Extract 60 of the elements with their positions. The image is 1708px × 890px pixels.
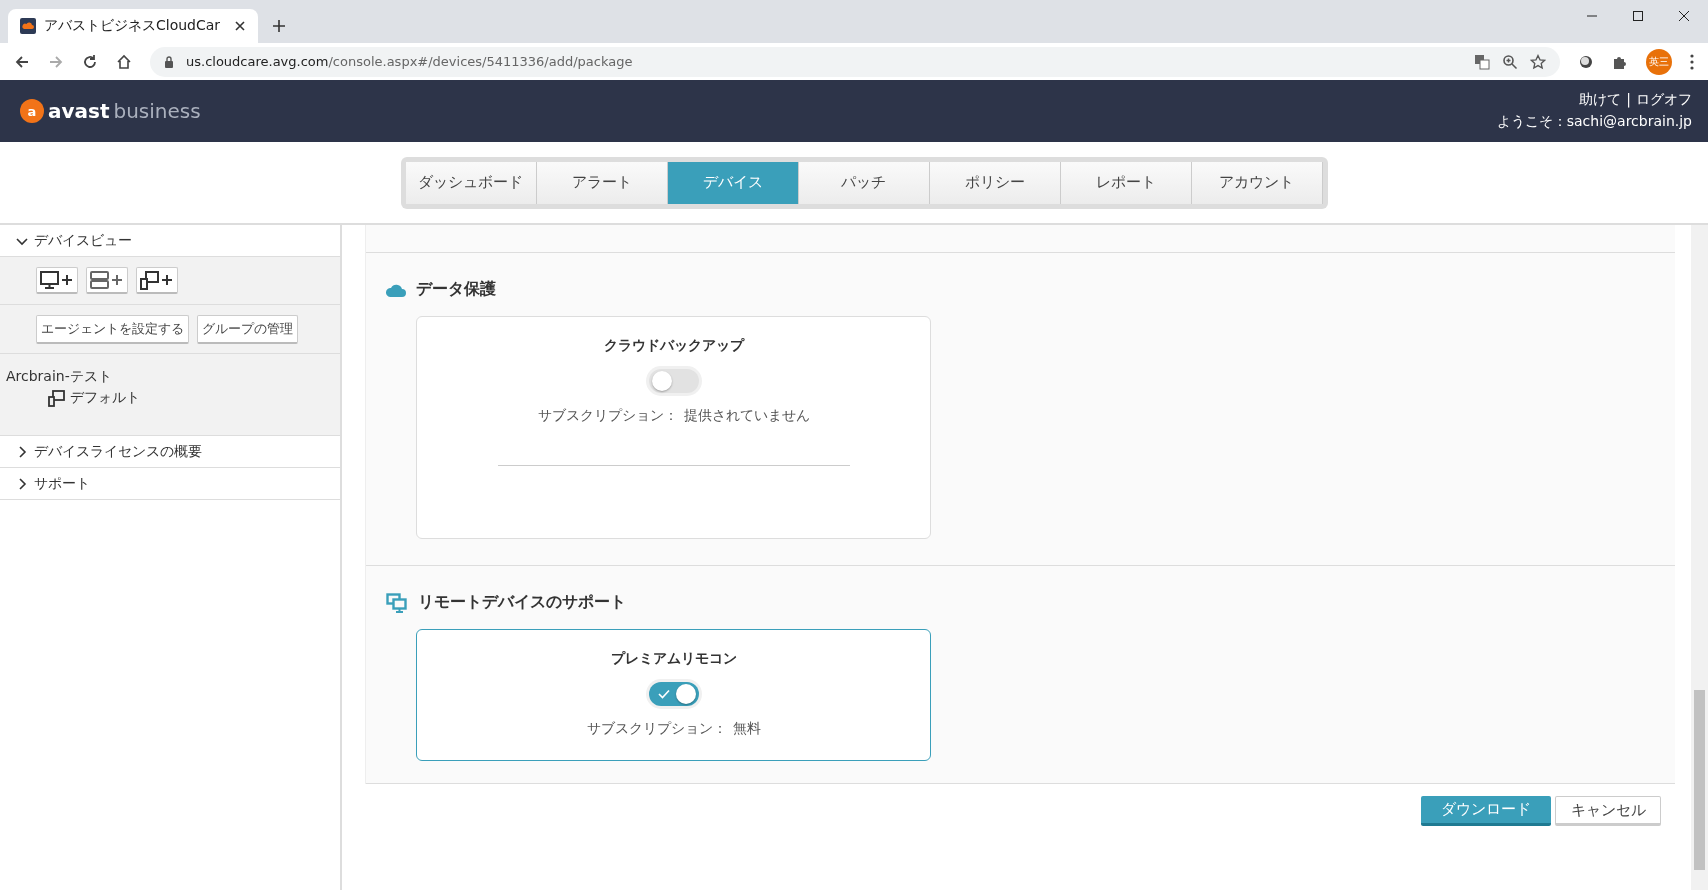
lock-icon	[164, 55, 174, 68]
reload-icon[interactable]	[82, 53, 98, 70]
add-device-button[interactable]	[136, 267, 178, 294]
toggle-switch[interactable]	[648, 369, 699, 393]
sidebar-action-button[interactable]: エージェントを設定する	[36, 314, 189, 344]
sidebar-section[interactable]: デバイスライセンスの概要	[0, 436, 340, 468]
add-workstation-button[interactable]	[36, 267, 78, 294]
subscription-value: 提供されていません	[683, 407, 810, 425]
browser-tab[interactable]: アバストビジネスCloudCar	[8, 9, 258, 43]
sidebar-action-button[interactable]: グループの管理	[197, 314, 298, 344]
devices-icon	[48, 389, 66, 407]
section-title: データ保護	[416, 279, 496, 300]
toggle-switch[interactable]	[648, 682, 699, 706]
tree-item[interactable]: Arcbrain-テスト	[6, 368, 334, 386]
monitor-plus-icon	[40, 270, 74, 290]
menu-icon[interactable]	[1690, 53, 1694, 70]
url-text: us.cloudcare.avg.com/console.aspx#/devices/5411336/add/package	[186, 54, 633, 69]
extension-icon[interactable]	[1578, 53, 1594, 70]
nav-tab[interactable]: ダッシュボード	[405, 161, 537, 204]
logoff-link[interactable]: ログオフ	[1636, 91, 1692, 109]
product-name: クラウドバックアップ	[603, 337, 744, 355]
logo-mark: a	[20, 99, 44, 123]
zoom-icon[interactable]	[1502, 53, 1518, 70]
server-plus-icon	[90, 270, 124, 290]
product-name: プレミアムリモコン	[610, 650, 737, 668]
back-icon[interactable]	[14, 53, 30, 70]
home-icon[interactable]	[116, 53, 132, 70]
nav-tab[interactable]: パッチ	[798, 161, 930, 204]
close-icon[interactable]	[234, 20, 246, 32]
check-icon	[657, 689, 670, 699]
nav-tab[interactable]: アラート	[536, 161, 668, 204]
scrollbar[interactable]	[1691, 225, 1708, 890]
cancel-button[interactable]: キャンセル	[1555, 796, 1661, 826]
subscription-label: サブスクリプション：	[586, 720, 727, 738]
monitors-icon	[386, 592, 408, 613]
welcome-text: ようこそ：sachi@arcbrain.jp	[1496, 113, 1692, 131]
add-server-button[interactable]	[86, 267, 128, 294]
devices-plus-icon	[140, 270, 174, 290]
logo-brand: avast	[48, 99, 110, 123]
chevron-icon	[16, 445, 28, 458]
separator: |	[1626, 91, 1631, 109]
new-tab-icon[interactable]	[272, 19, 286, 33]
tree-item[interactable]: デフォルト	[70, 389, 140, 407]
subscription-label: サブスクリプション：	[537, 407, 678, 425]
nav-tab[interactable]: レポート	[1060, 161, 1192, 204]
logo-product: business	[113, 99, 201, 123]
cloud-favicon-icon	[20, 18, 36, 34]
close-icon[interactable]	[1678, 10, 1690, 22]
tab-title: アバストビジネスCloudCar	[44, 17, 222, 35]
star-icon[interactable]	[1530, 53, 1546, 70]
section-title: リモートデバイスのサポート	[418, 592, 626, 613]
maximize-icon[interactable]	[1632, 10, 1644, 22]
help-link[interactable]: 助けて	[1579, 91, 1622, 109]
nav-tab[interactable]: ポリシー	[929, 161, 1061, 204]
address-bar[interactable]: us.cloudcare.avg.com/console.aspx#/devices/5411336/add/package	[150, 46, 1560, 77]
nav-tab[interactable]: アカウント	[1191, 161, 1323, 204]
translate-icon[interactable]	[1474, 53, 1490, 70]
subscription-value: 無料	[732, 720, 761, 738]
sidebar-section[interactable]: サポート	[0, 468, 340, 500]
chevron-icon	[16, 477, 28, 490]
